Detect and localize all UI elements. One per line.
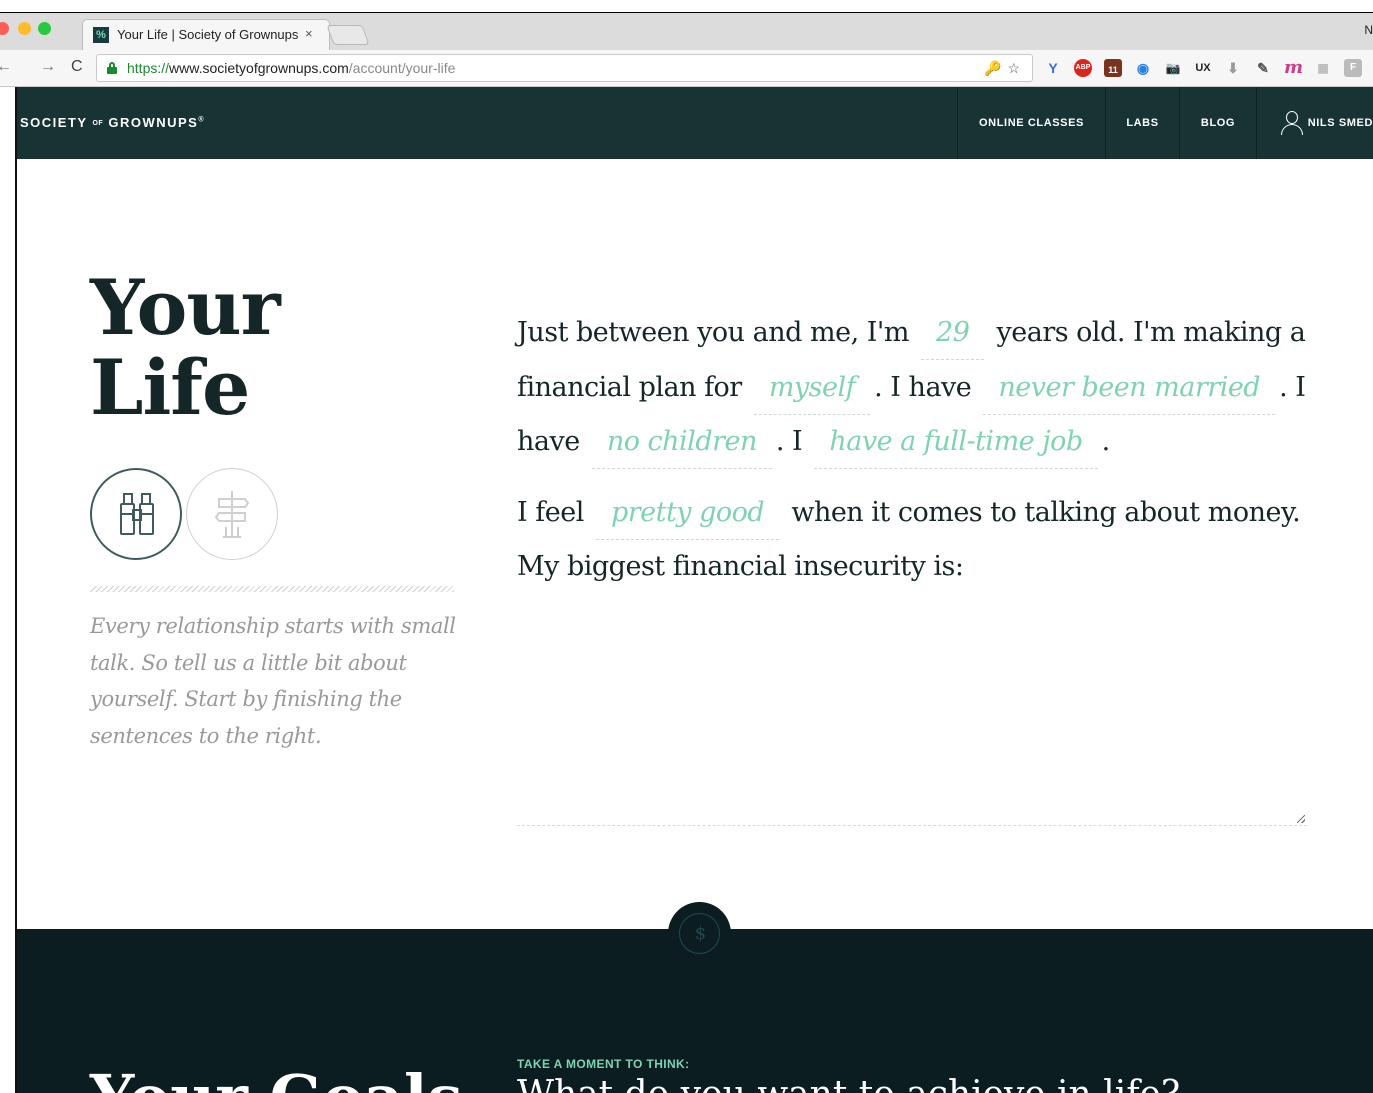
user-name: NILS SMED [1307, 117, 1373, 129]
new-tab-button[interactable] [326, 25, 370, 45]
back-arrow-icon[interactable]: ← [0, 58, 12, 76]
about-you-form: Just between you and me, I'm 29 years ol… [517, 306, 1317, 595]
sentence-marital-prefix: . I have [874, 371, 972, 403]
reload-icon[interactable]: C [71, 58, 83, 76]
extension-icons: Y ABP 11 ◉ 📷 UX ⬇ ✎ m ▦ F [1044, 58, 1362, 78]
binoculars-icon [120, 493, 154, 535]
sentence-employment-prefix: . I [775, 426, 803, 457]
nav-user-account[interactable]: NILS SMED [1256, 87, 1373, 159]
goals-kicker: TAKE A MOMENT TO THINK: [517, 1057, 690, 1071]
logo-word-of: OF [92, 120, 104, 128]
site-header: SOCIETY OF GROWNUPS® ONLINE CLASSES LABS… [17, 87, 1373, 159]
url-host: www.societyofgrownups.com [169, 60, 349, 76]
paragraph-2: I feel pretty good when it comes to talk… [517, 486, 1317, 595]
resize-handle-icon[interactable] [1297, 815, 1305, 823]
browser-tab-your-life[interactable]: % Your Life | Society of Grownups × [82, 19, 330, 51]
minimize-window-button[interactable] [18, 22, 31, 35]
tab-bar: % Your Life | Society of Grownups × N [0, 12, 1373, 51]
tab-close-icon[interactable]: × [305, 26, 313, 41]
goals-title: Your Goals [90, 1063, 462, 1093]
page-title-line-2: Life [90, 343, 250, 432]
calendar-icon[interactable]: 11 [1104, 59, 1122, 77]
page-title-line-1: Your [90, 263, 281, 352]
user-icon [1281, 111, 1303, 135]
eyedropper-icon[interactable]: ✎ [1254, 59, 1272, 77]
intro-text: Every relationship starts with small tal… [90, 614, 456, 748]
nav-online-classes[interactable]: ONLINE CLASSES [957, 87, 1105, 159]
browser-toolbar: ← → C https://www.societyofgrownups.com/… [0, 50, 1373, 87]
zoom-window-button[interactable] [38, 22, 51, 35]
logo-word-grownups: GROWNUPS [108, 115, 199, 130]
forward-arrow-icon[interactable]: → [40, 58, 56, 76]
main-nav: ONLINE CLASSES LABS BLOG NILS SMED [957, 87, 1373, 159]
logo-registered-mark: ® [198, 116, 205, 124]
url-path: /account/your-life [348, 60, 456, 76]
window-edge-label: N [1364, 23, 1373, 37]
sentence-age-prefix: Just between you and me, I'm [517, 317, 909, 348]
plan-for-field[interactable]: myself [753, 362, 871, 415]
employment-field[interactable]: have a full-time job [814, 416, 1098, 469]
ux-check-icon[interactable]: UX [1194, 59, 1212, 77]
paragraph-1: Just between you and me, I'm 29 years ol… [517, 306, 1317, 470]
extension-m-icon[interactable]: m [1284, 59, 1303, 77]
extension-f-icon[interactable]: F [1344, 59, 1362, 77]
logo-word-society: SOCIETY [20, 115, 88, 130]
bookmark-star-icon[interactable]: 🔑☆ [984, 60, 1026, 77]
extension-circle-icon[interactable]: ◉ [1134, 59, 1152, 77]
lock-icon [107, 62, 117, 74]
url-scheme: https:// [127, 60, 170, 76]
dollar-seal-icon: $ [679, 913, 720, 954]
goals-question: What do you want to achieve in life? [517, 1075, 1180, 1093]
feeling-field[interactable]: pretty good [595, 487, 780, 540]
sentence-feeling-prefix: I feel [517, 496, 584, 528]
site-favicon-icon: % [93, 27, 109, 43]
url-text[interactable]: https://www.societyofgrownups.com/accoun… [127, 60, 455, 76]
sentence-end-period: . [1101, 426, 1111, 457]
children-field[interactable]: no children [591, 416, 772, 469]
insecurity-textarea[interactable] [517, 680, 1307, 826]
your-life-step-button[interactable] [90, 468, 182, 560]
dollar-glyph: $ [694, 923, 707, 944]
age-field[interactable]: 29 [921, 307, 985, 360]
extension-y-icon[interactable]: Y [1044, 59, 1062, 77]
extension-grid-icon[interactable]: ▦ [1314, 59, 1332, 77]
nav-labs[interactable]: LABS [1105, 87, 1179, 159]
page-title: Your Life [90, 263, 281, 432]
download-arrow-icon[interactable]: ⬇ [1224, 59, 1242, 77]
camera-icon[interactable]: 📷 [1164, 59, 1182, 77]
section-divider-badge: $ [668, 902, 731, 965]
hatched-divider [90, 586, 454, 592]
window-top [0, 0, 1373, 12]
your-goals-step-button[interactable] [186, 468, 278, 560]
address-bar[interactable]: https://www.societyofgrownups.com/accoun… [96, 54, 1033, 82]
close-window-button[interactable] [0, 22, 9, 35]
site-logo[interactable]: SOCIETY OF GROWNUPS® [20, 115, 205, 130]
signpost-icon [214, 491, 250, 538]
tab-title: Your Life | Society of Grownups [117, 27, 299, 42]
adblock-icon[interactable]: ABP [1074, 59, 1092, 77]
nav-blog[interactable]: BLOG [1179, 87, 1256, 159]
marital-status-field[interactable]: never been married [983, 362, 1276, 415]
